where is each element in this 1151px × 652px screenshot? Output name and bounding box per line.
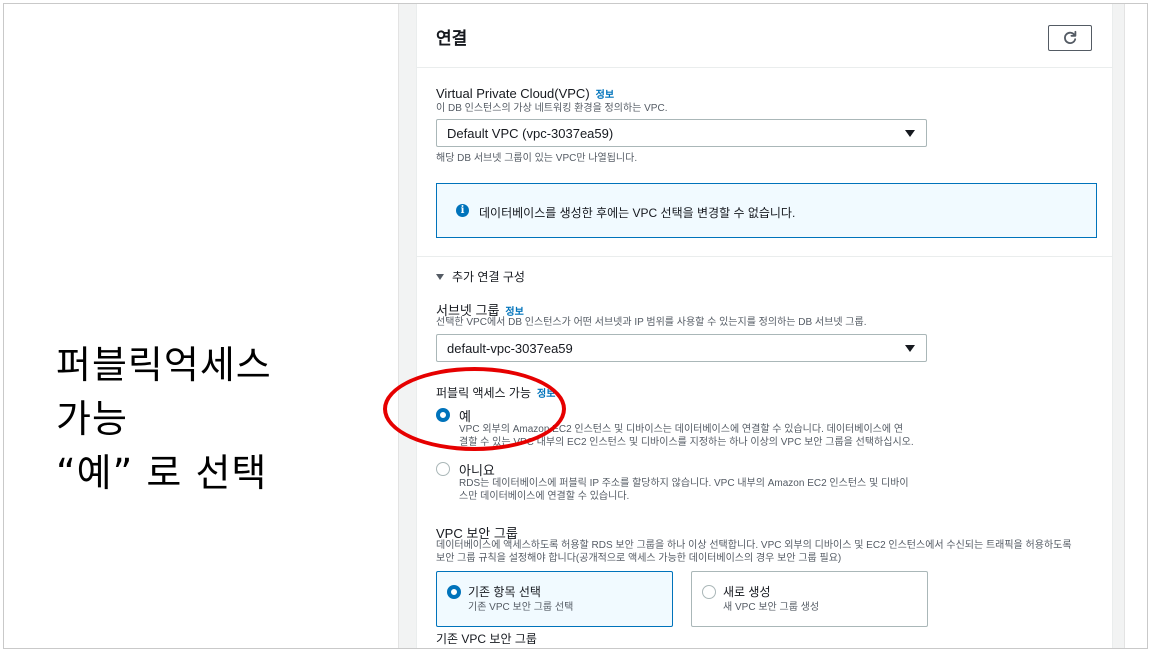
vpc-label-text: Virtual Private Cloud(VPC): [436, 86, 590, 101]
public-access-no-desc-2: 스만 데이터베이스에 연결할 수 있습니다.: [459, 491, 630, 502]
new-group-tile[interactable]: 새로 생성 새 VPC 보안 그룹 생성: [691, 571, 928, 627]
subnet-description: 선택한 VPC에서 DB 인스턴스가 어떤 서브넷과 IP 범위를 사용할 수 …: [436, 317, 867, 328]
subnet-select-value: default-vpc-3037ea59: [447, 341, 573, 356]
existing-group-tile[interactable]: 기존 항목 선택 기존 VPC 보안 그룹 선택: [436, 571, 673, 627]
new-group-radio[interactable]: [702, 585, 716, 599]
caption-line-3: “예” 로 선택: [56, 451, 268, 495]
vpc-info-link[interactable]: 정보: [596, 90, 614, 101]
subnet-select[interactable]: default-vpc-3037ea59: [436, 334, 927, 362]
vpc-label: Virtual Private Cloud(VPC) 정보: [436, 86, 614, 101]
caption-line-1: 퍼블릭억세스: [56, 343, 272, 387]
caption-line-2: 가능: [56, 397, 128, 441]
public-access-no-radio[interactable]: [436, 462, 450, 476]
expand-triangle-icon: [436, 274, 444, 280]
connectivity-panel: 연결 Virtual Private Cloud(VPC) 정보 이 DB 인스턴…: [416, 4, 1113, 648]
public-access-no-desc-1: RDS는 데이터베이스에 퍼블릭 IP 주소를 할당하지 않습니다. VPC 내…: [459, 478, 909, 489]
security-group-desc-2: 보안 그룹 규칙을 설정해야 합니다(공개적으로 액세스 가능한 데이터베이스의…: [436, 553, 842, 564]
additional-config-label: 추가 연결 구성: [452, 270, 525, 284]
vpc-select[interactable]: Default VPC (vpc-3037ea59): [436, 119, 927, 147]
vpc-description: 이 DB 인스턴스의 가상 네트워킹 환경을 정의하는 VPC.: [436, 103, 668, 114]
security-group-desc-1: 데이터베이스에 액세스하도록 허용할 RDS 보안 그룹을 하나 이상 선택합니…: [436, 540, 1072, 551]
annotation-highlight-circle: [383, 367, 566, 451]
section-divider: [417, 256, 1112, 257]
refresh-icon: [1064, 30, 1077, 44]
info-alert: i 데이터베이스를 생성한 후에는 VPC 선택을 변경할 수 없습니다.: [436, 183, 1097, 238]
existing-vpc-group-label: 기존 VPC 보안 그룹: [436, 632, 537, 646]
vpc-hint: 해당 DB 서브넷 그룹이 있는 VPC만 나열됩니다.: [436, 153, 638, 164]
caret-down-icon: [905, 130, 915, 137]
panel-header: 연결: [417, 4, 1112, 68]
existing-group-desc: 기존 VPC 보안 그룹 선택: [468, 602, 574, 613]
slide-caption: 퍼블릭억세스 가능 “예” 로 선택: [56, 338, 272, 500]
new-group-desc: 새 VPC 보안 그룹 생성: [723, 602, 820, 613]
additional-config-toggle[interactable]: 추가 연결 구성: [436, 268, 525, 285]
refresh-button[interactable]: [1048, 25, 1092, 51]
vpc-select-value: Default VPC (vpc-3037ea59): [447, 126, 614, 141]
section-title: 연결: [436, 29, 468, 48]
existing-group-label: 기존 항목 선택: [468, 585, 541, 599]
new-group-label: 새로 생성: [723, 585, 771, 599]
existing-group-radio[interactable]: [447, 585, 461, 599]
caret-down-icon: [905, 345, 915, 352]
info-icon: i: [456, 204, 469, 217]
alert-text: 데이터베이스를 생성한 후에는 VPC 선택을 변경할 수 없습니다.: [479, 206, 796, 220]
